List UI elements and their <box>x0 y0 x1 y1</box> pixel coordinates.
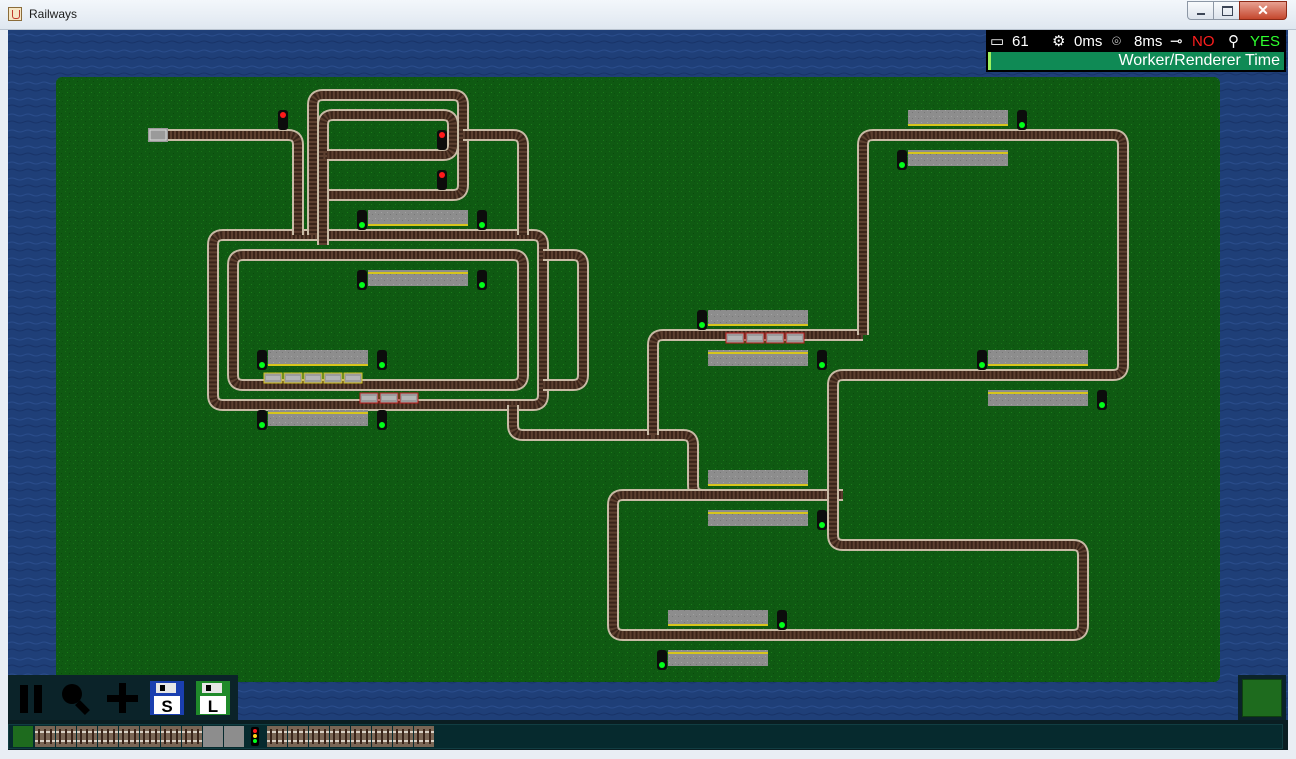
palette-track-straight-vertical[interactable] <box>56 726 76 747</box>
station-platform <box>908 150 1008 166</box>
station-platform <box>708 310 808 326</box>
worker-renderer-label: Worker/Renderer Time <box>1118 52 1280 69</box>
signal-green[interactable] <box>897 150 907 170</box>
palette-track-horizontal-8[interactable] <box>414 726 434 747</box>
stats-overlay: ▭ 61 ⚙ 0ms ⌾ 8ms ⊸ NO ⚲ YES Worker/Rende… <box>986 30 1286 72</box>
pause-button[interactable] <box>12 679 52 717</box>
stats-row: ▭ 61 ⚙ 0ms ⌾ 8ms ⊸ NO ⚲ YES <box>986 32 1286 52</box>
close-icon: ✕ <box>1257 2 1269 18</box>
minimap[interactable] <box>1238 675 1286 721</box>
signal-green[interactable] <box>377 350 387 370</box>
magnifier-icon: ⚲ <box>1228 33 1239 50</box>
tool-bar: S L <box>8 675 238 720</box>
station-platform <box>708 470 808 486</box>
gear-icon: ⚙ <box>1052 33 1066 50</box>
save-button[interactable]: S <box>148 679 188 717</box>
palette-track-horizontal-1[interactable] <box>267 726 287 747</box>
palette-track-buffer[interactable] <box>161 726 181 747</box>
magnifier-icon <box>62 684 90 716</box>
signal-green[interactable] <box>977 350 987 370</box>
palette-platform-corner[interactable] <box>224 726 244 747</box>
palette-track-curve-alt[interactable] <box>119 726 139 747</box>
palette-track-horizontal-5[interactable] <box>351 726 371 747</box>
render-time-value: 8ms <box>1134 33 1163 50</box>
plus-icon <box>107 683 138 713</box>
buffer-stop <box>148 128 168 142</box>
palette-track-switch-alt[interactable] <box>140 726 160 747</box>
worker-time-value: 0ms <box>1074 33 1103 50</box>
station-platform <box>368 210 468 226</box>
signal-green[interactable] <box>1017 110 1027 130</box>
save-letter: S <box>161 697 172 716</box>
signal-red[interactable] <box>437 130 447 150</box>
minimize-icon <box>1197 13 1205 15</box>
visible-value: YES <box>1250 33 1281 50</box>
satellite-dish-icon: ⌾ <box>1112 33 1122 50</box>
station-platform <box>988 350 1088 366</box>
signal-green[interactable] <box>377 410 387 430</box>
palette-platform-tile[interactable] <box>203 726 223 747</box>
train[interactable] <box>263 372 363 384</box>
station-platform <box>268 350 368 366</box>
signal-green[interactable] <box>357 270 367 290</box>
palette-track-end[interactable] <box>182 726 202 747</box>
signal-green[interactable] <box>477 210 487 230</box>
signal-green[interactable] <box>777 610 787 630</box>
signal-red[interactable] <box>437 170 447 190</box>
pause-icon <box>20 685 42 713</box>
minimize-button[interactable] <box>1187 1 1214 20</box>
maximize-button[interactable] <box>1213 1 1240 20</box>
add-button[interactable] <box>102 679 142 717</box>
palette-track-horizontal-6[interactable] <box>372 726 392 747</box>
palette-track-switch[interactable] <box>98 726 118 747</box>
signal-green[interactable] <box>657 650 667 670</box>
palette-track-curve[interactable] <box>77 726 97 747</box>
palette-signal-tile[interactable] <box>245 726 265 747</box>
signal-green[interactable] <box>817 350 827 370</box>
zoom-button[interactable] <box>56 679 96 717</box>
game-viewport[interactable]: ▭ 61 ⚙ 0ms ⌾ 8ms ⊸ NO ⚲ YES Worker/Rende… <box>8 30 1288 750</box>
signal-red[interactable] <box>278 110 288 130</box>
minimap-view[interactable] <box>1242 679 1282 717</box>
worker-renderer-bar: Worker/Renderer Time <box>988 52 1284 70</box>
signal-green[interactable] <box>477 270 487 290</box>
station-platform <box>268 410 368 426</box>
windows-icon: ▭ <box>990 33 1005 50</box>
station-platform <box>668 650 768 666</box>
close-button[interactable]: ✕ <box>1239 1 1287 20</box>
railway-map[interactable] <box>8 30 1288 750</box>
connected-value: NO <box>1192 33 1215 50</box>
maximize-icon <box>1222 6 1233 16</box>
load-button[interactable]: L <box>194 679 234 717</box>
java-app-icon <box>8 7 22 21</box>
signal-green[interactable] <box>1097 390 1107 410</box>
palette-track-straight[interactable] <box>35 726 55 747</box>
floppy-disk-icon: S <box>150 681 184 716</box>
floppy-disk-icon: L <box>196 681 230 716</box>
window-title-bar: Railways ✕ <box>0 0 1296 30</box>
tile-palette <box>8 724 1283 749</box>
station-platform <box>988 390 1088 406</box>
station-platform <box>708 510 808 526</box>
station-platform <box>708 350 808 366</box>
signal-green[interactable] <box>257 350 267 370</box>
palette-track-horizontal-2[interactable] <box>288 726 308 747</box>
signal-green[interactable] <box>817 510 827 530</box>
load-letter: L <box>208 697 218 716</box>
window-title: Railways <box>29 7 78 21</box>
station-platform <box>368 270 468 286</box>
signal-green[interactable] <box>357 210 367 230</box>
train[interactable] <box>359 392 419 404</box>
palette-bar <box>8 720 1288 750</box>
station-platform <box>668 610 768 626</box>
fps-value: 61 <box>1012 33 1029 50</box>
palette-track-horizontal-3[interactable] <box>309 726 329 747</box>
signal-green[interactable] <box>257 410 267 430</box>
palette-grass-tile[interactable] <box>13 726 33 747</box>
station-platform <box>908 110 1008 126</box>
signal-green[interactable] <box>697 310 707 330</box>
palette-track-horizontal-7[interactable] <box>393 726 413 747</box>
plug-icon: ⊸ <box>1170 33 1183 50</box>
palette-track-horizontal-4[interactable] <box>330 726 350 747</box>
